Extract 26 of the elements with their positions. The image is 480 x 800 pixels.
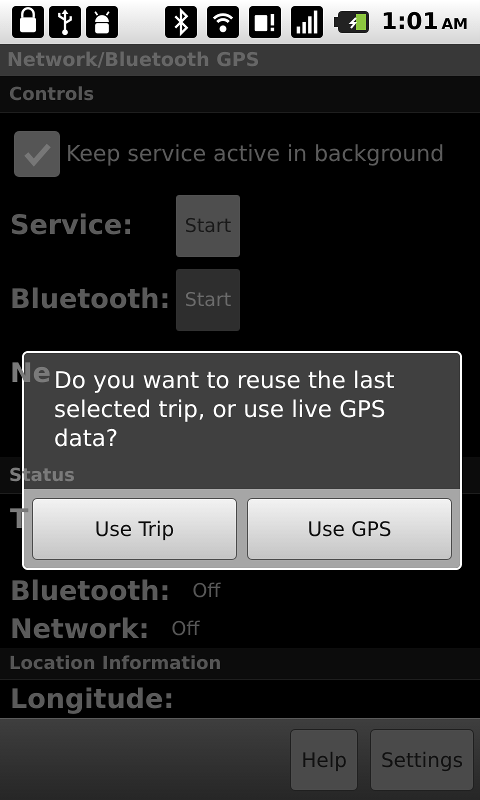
sim-alert-icon (249, 6, 282, 38)
field-value: Off (171, 616, 200, 642)
clock-meridiem: AM (441, 14, 468, 35)
menu-button[interactable]: Settings (370, 728, 474, 790)
field-label: Bluetooth: (10, 578, 170, 604)
dialog-button[interactable]: Use GPS (247, 498, 452, 560)
dialog-message: Do you want to reuse the last selected trip, or use live GPS data? (54, 367, 396, 454)
section-title: Location Information (9, 652, 222, 676)
section-title: Controls (9, 82, 94, 106)
usb-icon (49, 6, 81, 38)
field-label: Service: (10, 208, 134, 243)
menu-button[interactable]: Help (290, 728, 358, 790)
battery-icon (334, 10, 370, 34)
bluetooth-icon (165, 6, 198, 38)
field-value: Off (192, 578, 220, 604)
start-button: Start (176, 269, 240, 331)
field-label: Network: (10, 616, 150, 642)
field-label: Bluetooth: (10, 282, 172, 317)
checkbox[interactable] (14, 131, 60, 177)
field-label: Longitude: (10, 686, 174, 712)
dialog-button[interactable]: Use Trip (32, 498, 237, 560)
android-icon (86, 6, 118, 38)
wifi-icon (207, 6, 240, 38)
checkbox-label: Keep service active in background (66, 140, 444, 168)
clock-time: 1:01 (381, 8, 438, 37)
signal-icon (291, 6, 324, 38)
